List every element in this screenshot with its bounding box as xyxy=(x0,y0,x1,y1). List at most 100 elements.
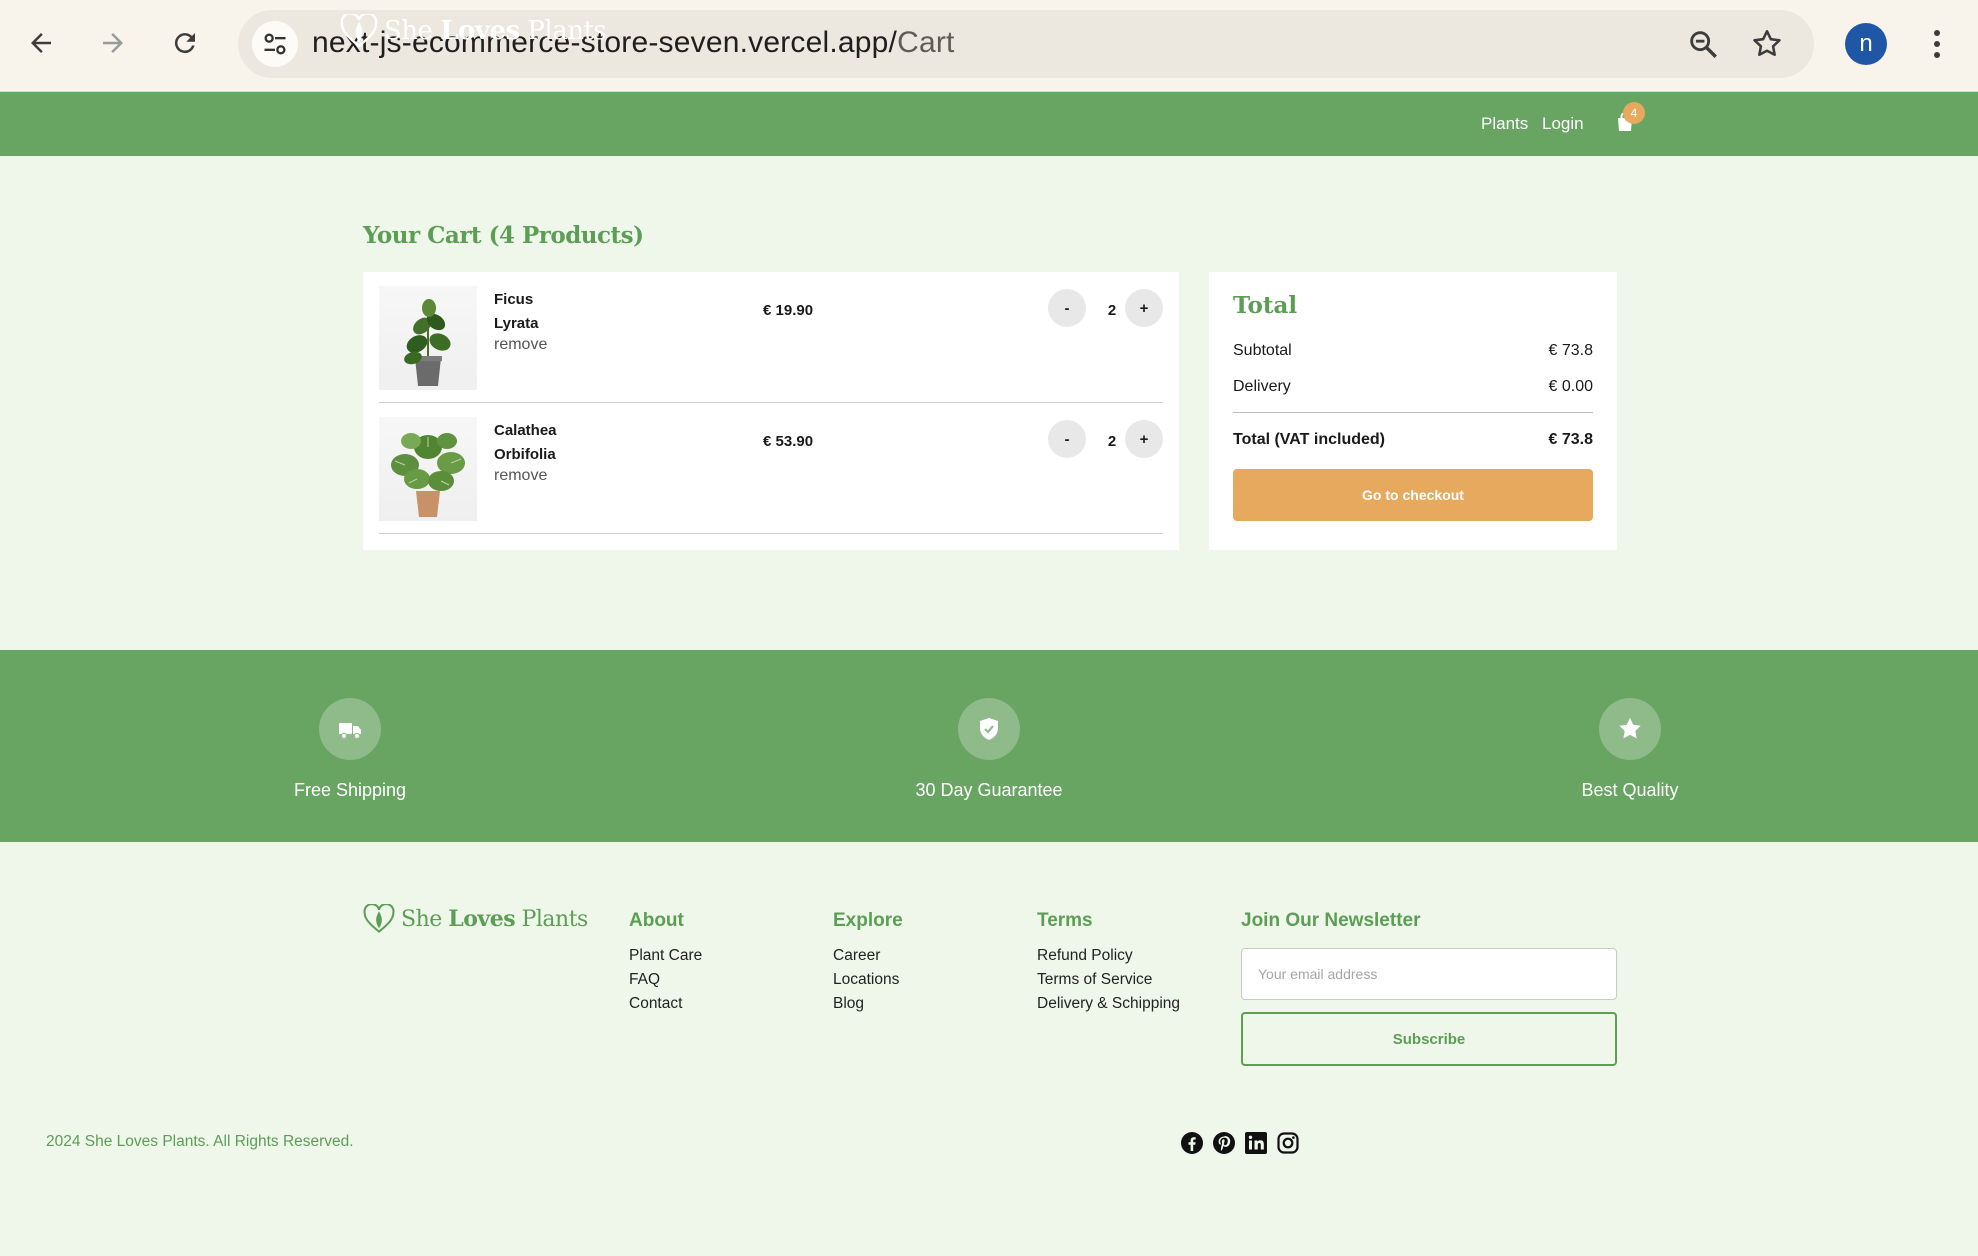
forward-button[interactable] xyxy=(90,20,136,66)
reload-button[interactable] xyxy=(162,20,208,66)
logo-loves: Loves xyxy=(440,16,520,46)
logo-plants: Plants xyxy=(527,16,607,46)
footer-link-terms-of-service[interactable]: Terms of Service xyxy=(1037,968,1180,992)
delivery-value: € 0.00 xyxy=(1548,378,1593,395)
feature-label: Free Shipping xyxy=(293,780,407,800)
checkout-button[interactable]: Go to checkout xyxy=(1233,469,1593,521)
cart-count-badge: 4 xyxy=(1623,102,1645,124)
delivery-row: Delivery € 0.00 xyxy=(1233,378,1593,396)
instagram-icon[interactable] xyxy=(1276,1131,1300,1155)
item-quantity: 2 xyxy=(1107,302,1117,319)
arrow-left-icon xyxy=(31,33,51,53)
footer-heading: Terms xyxy=(1037,910,1093,931)
feature-free-shipping: Free Shipping xyxy=(230,698,470,801)
cart-item: Calathea Orbifolia remove € 53.90 - 2 + xyxy=(379,403,1163,534)
facebook-icon[interactable] xyxy=(1180,1131,1204,1155)
feature-icon-circle xyxy=(958,698,1020,760)
item-name-line1: Calathea xyxy=(494,422,557,439)
footer-link-refund-policy[interactable]: Refund Policy xyxy=(1037,944,1180,968)
profile-avatar[interactable]: n xyxy=(1845,23,1887,65)
more-menu-icon[interactable] xyxy=(1922,24,1952,64)
browser-toolbar: next-js-ecommerce-store-seven.vercel.app… xyxy=(0,0,1978,92)
site-info-button[interactable] xyxy=(252,21,298,67)
newsletter-email-input[interactable] xyxy=(1241,948,1617,1000)
url-path: Cart xyxy=(897,26,955,59)
back-button[interactable] xyxy=(18,20,64,66)
item-name[interactable]: Ficus Lyrata xyxy=(494,288,574,336)
summary-divider xyxy=(1233,412,1593,413)
cart-item: Ficus Lyrata remove € 19.90 - 2 + xyxy=(379,272,1163,403)
arrow-right-icon xyxy=(103,33,123,53)
decrease-qty-button[interactable]: - xyxy=(1048,420,1086,458)
nav-link-login[interactable]: Login xyxy=(1542,114,1584,134)
item-name-line2: Lyrata xyxy=(494,315,539,332)
total-value: € 73.8 xyxy=(1548,431,1593,448)
reload-icon xyxy=(174,33,195,54)
header-logo[interactable]: She Loves Plants xyxy=(340,14,607,48)
features-band: Free Shipping 30 Day Guarantee Best Qual… xyxy=(0,650,1978,842)
footer-link-locations[interactable]: Locations xyxy=(833,968,903,992)
nav-link-plants[interactable]: Plants xyxy=(1481,114,1528,134)
bookmark-star-icon[interactable] xyxy=(1750,27,1784,61)
feature-best-quality: Best Quality xyxy=(1510,698,1750,801)
increase-qty-button[interactable]: + xyxy=(1125,289,1163,327)
footer-link-delivery[interactable]: Delivery & Schipping xyxy=(1037,992,1180,1016)
decrease-qty-button[interactable]: - xyxy=(1048,289,1086,327)
item-name[interactable]: Calathea Orbifolia xyxy=(494,419,574,467)
feature-30-day-guarantee: 30 Day Guarantee xyxy=(869,698,1109,801)
footer-link-faq[interactable]: FAQ xyxy=(629,968,702,992)
feature-icon-circle xyxy=(1599,698,1661,760)
footer-link-blog[interactable]: Blog xyxy=(833,992,903,1016)
subtotal-row: Subtotal € 73.8 xyxy=(1233,342,1593,360)
ficus-plant-image xyxy=(404,299,451,386)
logo-she: She xyxy=(401,907,442,932)
shield-check-icon xyxy=(980,718,998,740)
increase-qty-button[interactable]: + xyxy=(1125,420,1163,458)
footer-link-career[interactable]: Career xyxy=(833,944,903,968)
copyright-text: 2024 She Loves Plants. All Rights Reserv… xyxy=(46,1133,354,1150)
order-summary-panel: Total Subtotal € 73.8 Delivery € 0.00 To… xyxy=(1209,272,1617,550)
footer-column-about: About Plant Care FAQ Contact xyxy=(629,910,702,1016)
tune-icon xyxy=(264,33,286,55)
footer-heading: Explore xyxy=(833,910,903,931)
logo-plants: Plants xyxy=(521,907,589,932)
cart-title: Your Cart (4 Products) xyxy=(363,222,644,249)
total-label: Total (VAT included) xyxy=(1233,431,1385,448)
product-image-ficus-lyrata[interactable] xyxy=(379,286,477,390)
linkedin-icon[interactable] xyxy=(1244,1131,1268,1155)
feature-label: 30 Day Guarantee xyxy=(915,780,1063,800)
pinterest-icon[interactable] xyxy=(1212,1131,1236,1155)
feature-icon-circle xyxy=(319,698,381,760)
footer-column-explore: Explore Career Locations Blog xyxy=(833,910,903,1016)
star-icon xyxy=(1619,718,1641,739)
summary-title: Total xyxy=(1233,292,1298,319)
footer-logo[interactable]: She Loves Plants xyxy=(363,904,588,934)
subtotal-label: Subtotal xyxy=(1233,342,1292,359)
subscribe-button[interactable]: Subscribe xyxy=(1241,1012,1617,1066)
heart-leaf-icon xyxy=(340,14,378,48)
product-image-calathea-orbifolia[interactable] xyxy=(379,417,477,521)
newsletter-title: Join Our Newsletter xyxy=(1241,910,1421,931)
heart-leaf-icon xyxy=(363,904,395,933)
delivery-label: Delivery xyxy=(1233,378,1291,395)
cart-items-panel: Ficus Lyrata remove € 19.90 - 2 + Calath… xyxy=(363,272,1179,550)
footer-link-contact[interactable]: Contact xyxy=(629,992,702,1016)
logo-text: She Loves Plants xyxy=(384,16,607,46)
remove-link[interactable]: remove xyxy=(494,467,547,485)
item-name-line1: Ficus xyxy=(494,291,534,308)
item-quantity: 2 xyxy=(1107,433,1117,450)
footer-heading: About xyxy=(629,910,684,931)
logo-she: She xyxy=(384,16,433,46)
subtotal-value: € 73.8 xyxy=(1548,342,1593,359)
logo-text: She Loves Plants xyxy=(401,906,588,932)
truck-icon xyxy=(339,723,361,740)
item-price: € 53.90 xyxy=(763,433,814,450)
zoom-icon[interactable] xyxy=(1686,27,1720,61)
logo-loves: Loves xyxy=(448,906,516,932)
remove-link[interactable]: remove xyxy=(494,336,547,354)
item-name-line2: Orbifolia xyxy=(494,446,556,463)
feature-label: Best Quality xyxy=(1581,780,1679,800)
calathea-plant-image xyxy=(391,433,465,517)
footer-link-plant-care[interactable]: Plant Care xyxy=(629,944,702,968)
grand-total-row: Total (VAT included) € 73.8 xyxy=(1233,431,1593,449)
